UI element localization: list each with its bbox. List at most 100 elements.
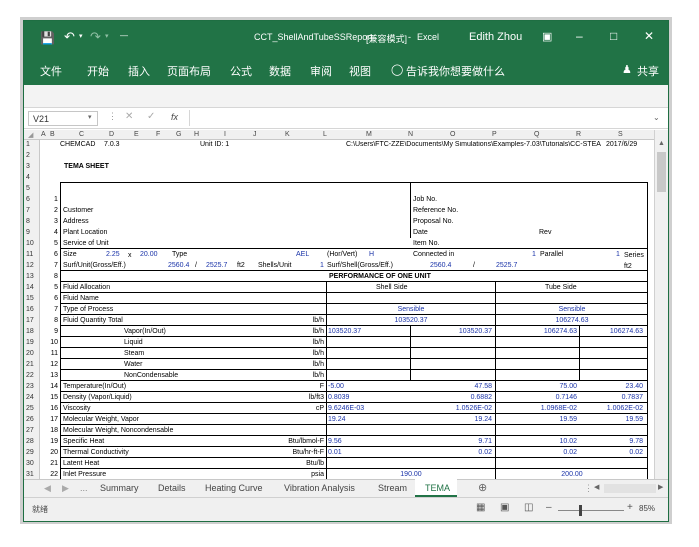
shell-side-value[interactable]: Sensible [328, 306, 494, 313]
col-header-r[interactable]: R [576, 131, 581, 138]
series-label[interactable]: Series [624, 252, 644, 259]
tema-sheet-title[interactable]: TEMA SHEET [64, 163, 109, 170]
row-counter[interactable]: 15 [44, 394, 58, 401]
property-unit[interactable]: cP [240, 405, 324, 412]
proposal-no-label[interactable]: Proposal No. [413, 218, 453, 225]
col-header-h[interactable]: H [194, 131, 199, 138]
col-header-e[interactable]: E [134, 131, 139, 138]
property-unit[interactable]: lb/h [240, 339, 324, 346]
property-unit[interactable]: F [240, 383, 324, 390]
row-header[interactable]: 20 [26, 350, 34, 357]
row-counter[interactable]: 6 [44, 295, 58, 302]
zoom-in-icon[interactable]: + [627, 502, 633, 513]
item-no-label[interactable]: Item No. [413, 240, 439, 247]
tube-side-value[interactable]: Sensible [497, 306, 647, 313]
orientation-label[interactable]: (Hor/Vert) [327, 251, 357, 258]
page-layout-view-icon[interactable]: ▣ [500, 502, 509, 513]
tab-nav-prev-icon[interactable]: ◀ [44, 483, 51, 494]
property-label[interactable]: Thermal Conductivity [63, 449, 129, 456]
col-header-p[interactable]: P [492, 131, 497, 138]
date-cell[interactable]: 2017/6/29 [606, 141, 637, 148]
row-header[interactable]: 27 [26, 427, 34, 434]
row-counter[interactable]: 5 [44, 284, 58, 291]
select-all-corner[interactable]: ◢ [28, 131, 33, 139]
sheet-tab-details[interactable]: Details [158, 483, 186, 493]
row-header[interactable]: 31 [26, 471, 34, 478]
tube-in-value[interactable]: 10.02 [497, 438, 577, 445]
surf-unit-slash[interactable]: / [195, 262, 197, 269]
close-icon[interactable]: ✕ [644, 29, 654, 43]
surf-unit-unit[interactable]: ft2 [237, 262, 245, 269]
tube-out-value[interactable]: 1.0062E-02 [581, 405, 643, 412]
row-header[interactable]: 3 [26, 163, 30, 170]
row-counter[interactable]: 21 [44, 460, 58, 467]
row-header[interactable]: 14 [26, 284, 34, 291]
type-value[interactable]: AEL [296, 251, 309, 258]
version-cell[interactable]: 7.0.3 [104, 141, 120, 148]
tube-in-value[interactable]: 106274.63 [497, 328, 577, 335]
sheet-tab-summary[interactable]: Summary [100, 483, 139, 493]
cell-grid[interactable]: CHEMCAD 7.0.3 Unit ID: 1 C:\Users\FTC-ZZ… [40, 140, 654, 494]
property-label[interactable]: Fluid Name [63, 295, 99, 302]
size-x[interactable]: x [128, 252, 132, 259]
surf-shell-unit[interactable]: ft2 [624, 263, 632, 270]
row-header[interactable]: 8 [26, 218, 30, 225]
formula-input[interactable] [189, 110, 659, 126]
enter-icon[interactable]: ✓ [147, 111, 155, 122]
tab-review[interactable]: 审阅 [310, 63, 332, 79]
share-button[interactable]: 共享 [637, 63, 659, 79]
rev-label[interactable]: Rev [539, 229, 551, 236]
property-label[interactable]: Type of Process [63, 306, 113, 313]
shell-in-value[interactable]: 103520.37 [328, 328, 408, 335]
app-name-cell[interactable]: CHEMCAD [60, 141, 95, 148]
col-header-q[interactable]: Q [534, 131, 539, 138]
surf-unit-eff[interactable]: 2525.7 [206, 262, 227, 269]
col-header-i[interactable]: I [224, 131, 226, 138]
redo-dropdown-icon[interactable]: ▾ [105, 32, 109, 40]
row-header[interactable]: 11 [26, 251, 33, 258]
row-counter[interactable]: 8 [44, 317, 58, 324]
row-counter[interactable]: 20 [44, 449, 58, 456]
normal-view-icon[interactable]: ▦ [476, 502, 485, 513]
size-value-2[interactable]: 20.00 [140, 251, 158, 258]
property-label[interactable]: Temperature(In/Out) [63, 383, 126, 390]
plant-location-label[interactable]: Plant Location [63, 229, 107, 236]
tube-in-value[interactable]: 1.0968E-02 [497, 405, 577, 412]
row-header[interactable]: 18 [26, 328, 34, 335]
row-counter[interactable]: 16 [44, 405, 58, 412]
row-header[interactable]: 29 [26, 449, 34, 456]
property-unit[interactable]: lb/h [240, 361, 324, 368]
tab-file[interactable]: 文件 [40, 63, 62, 79]
row-counter[interactable]: 12 [44, 361, 58, 368]
col-header-g[interactable]: G [176, 131, 181, 138]
tube-in-value[interactable]: 19.59 [497, 416, 577, 423]
scroll-thumb[interactable] [657, 152, 666, 192]
name-box-dropdown-icon[interactable]: ▾ [88, 113, 92, 121]
row-header[interactable]: 9 [26, 229, 30, 236]
surf-unit-gross[interactable]: 2560.4 [168, 262, 189, 269]
col-header-o[interactable]: O [450, 131, 455, 138]
shell-out-value[interactable]: 103520.37 [412, 328, 492, 335]
row-counter[interactable]: 11 [44, 350, 58, 357]
property-label[interactable]: Steam [124, 350, 144, 357]
property-unit[interactable]: lb/h [240, 328, 324, 335]
tab-data[interactable]: 数据 [269, 63, 291, 79]
surf-shell-gross[interactable]: 2560.4 [430, 262, 451, 269]
tab-nav-next-icon[interactable]: ▶ [62, 483, 69, 494]
row-header[interactable]: 21 [26, 361, 34, 368]
file-path-cell[interactable]: C:\Users\FTC-ZZE\Documents\My Simulation… [346, 141, 602, 148]
property-unit[interactable]: Btu/lb [240, 460, 324, 467]
tab-home[interactable]: 开始 [87, 63, 109, 79]
address-label[interactable]: Address [63, 218, 89, 225]
zoom-slider-thumb[interactable] [579, 505, 582, 516]
shells-unit-label[interactable]: Shells/Unit [258, 262, 291, 269]
tube-out-value[interactable]: 0.02 [581, 449, 643, 456]
row-counter[interactable]: 10 [44, 339, 58, 346]
tube-side-value[interactable]: 200.00 [497, 471, 647, 478]
shell-out-value[interactable]: 47.58 [412, 383, 492, 390]
property-label[interactable]: Vapor(In/Out) [124, 328, 166, 335]
col-header-b[interactable]: B [50, 131, 55, 138]
sheet-tab-vibration-analysis[interactable]: Vibration Analysis [284, 483, 355, 493]
shell-out-value[interactable]: 9.71 [412, 438, 492, 445]
row-header[interactable]: 16 [26, 306, 34, 313]
